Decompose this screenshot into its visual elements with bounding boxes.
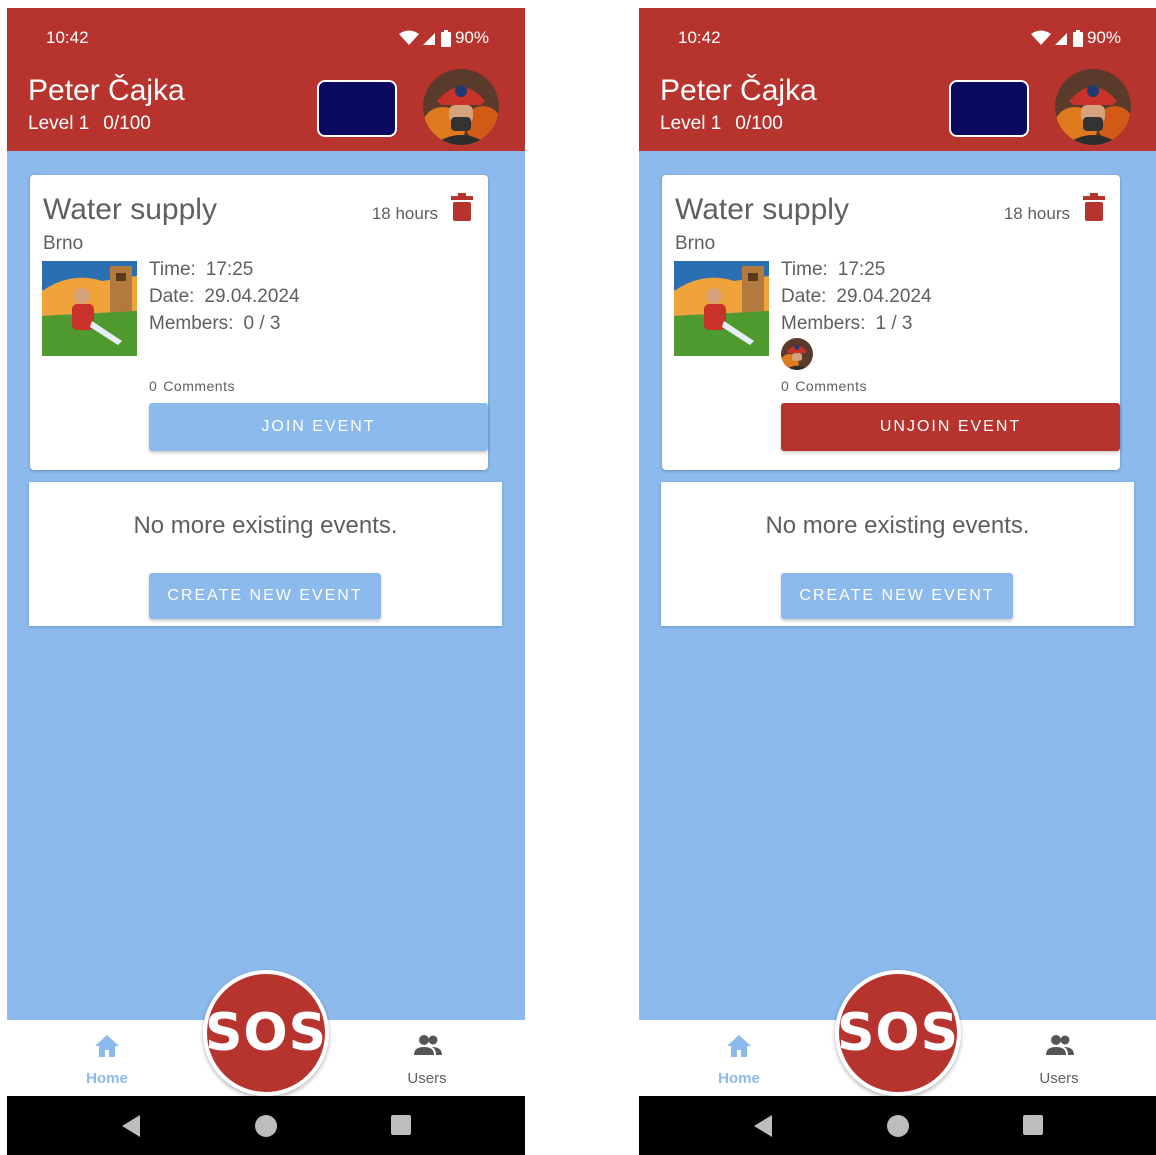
signal-icon [422, 33, 435, 45]
nav-home[interactable]: Home [47, 1020, 167, 1096]
event-title: Water supply [43, 193, 217, 226]
sos-button[interactable]: SOS [835, 970, 961, 1096]
status-time: 10:42 [46, 28, 89, 47]
status-icons: 90% [398, 28, 489, 48]
event-city: Brno [43, 233, 84, 254]
users-icon [414, 1035, 442, 1055]
system-navigation-bar [639, 1096, 1156, 1155]
event-city: Brno [675, 233, 716, 254]
event-date: Date: 29.04.2024 [149, 286, 300, 307]
status-icons: 90% [1030, 28, 1121, 48]
unjoin-event-button[interactable]: UNJOIN EVENT [781, 403, 1120, 451]
level-progress: 0/100 [103, 113, 151, 134]
sos-label: SOS [204, 1003, 328, 1063]
event-image [674, 261, 769, 356]
empty-events-card: No more existing events. CREATE NEW EVEN… [29, 482, 502, 626]
header-action-button[interactable] [317, 80, 397, 137]
event-title: Water supply [675, 193, 849, 226]
back-icon[interactable] [752, 1114, 774, 1138]
app-header: 10:42 90% Peter Čajka Level 1 0/100 [7, 8, 525, 151]
user-avatar[interactable] [1055, 69, 1131, 145]
event-time: Time: 17:25 [149, 259, 254, 280]
empty-events-card: No more existing events. CREATE NEW EVEN… [661, 482, 1134, 626]
event-card[interactable]: Water supply 18 hours Brno Time: 17:25 Da… [30, 175, 488, 470]
system-navigation-bar [7, 1096, 525, 1155]
nav-users[interactable]: Users [999, 1020, 1119, 1096]
nav-users-label: Users [1039, 1070, 1079, 1087]
user-name: Peter Čajka [660, 74, 817, 107]
nav-home-label: Home [718, 1070, 760, 1087]
trash-icon[interactable] [1083, 193, 1105, 221]
battery-icon [1072, 29, 1083, 47]
level-label: Level 1 [28, 113, 90, 134]
event-members: Members: 1 / 3 [781, 313, 913, 334]
battery-percent: 90% [1086, 28, 1121, 47]
event-image [42, 261, 137, 356]
event-time: Time: 17:25 [781, 259, 886, 280]
user-level: Level 1 0/100 [28, 113, 165, 135]
create-event-button[interactable]: CREATE NEW EVENT [149, 573, 381, 619]
home-icon [95, 1035, 119, 1057]
level-label: Level 1 [660, 113, 722, 134]
event-members: Members: 0 / 3 [149, 313, 281, 334]
create-event-button[interactable]: CREATE NEW EVENT [781, 573, 1013, 619]
back-icon[interactable] [120, 1114, 142, 1138]
battery-percent: 90% [454, 28, 489, 47]
recents-icon[interactable] [390, 1114, 412, 1136]
header-action-button[interactable] [949, 80, 1029, 137]
phone-screen-left: 10:42 90% Peter Čajka Level 1 0/100 Wate… [7, 8, 525, 1155]
phone-screen-right: 10:42 90% Peter Čajka Level 1 0/100 Wate… [639, 8, 1156, 1155]
nav-users[interactable]: Users [367, 1020, 487, 1096]
trash-icon[interactable] [451, 193, 473, 221]
nav-home[interactable]: Home [679, 1020, 799, 1096]
user-avatar[interactable] [423, 69, 499, 145]
home-circle-icon[interactable] [886, 1114, 910, 1138]
signal-icon [1054, 33, 1067, 45]
wifi-icon [1030, 30, 1051, 45]
nav-home-label: Home [86, 1070, 128, 1087]
no-more-events-text: No more existing events. [765, 512, 1030, 539]
event-card[interactable]: Water supply 18 hours Brno Time: 17:25 Da… [662, 175, 1120, 470]
sos-button[interactable]: SOS [203, 970, 329, 1096]
level-progress: 0/100 [735, 113, 783, 134]
join-event-button[interactable]: JOIN EVENT [149, 403, 488, 451]
status-time: 10:42 [678, 28, 721, 47]
battery-icon [440, 29, 451, 47]
sos-label: SOS [836, 1003, 960, 1063]
recents-icon[interactable] [1022, 1114, 1044, 1136]
users-icon [1046, 1035, 1074, 1055]
app-header: 10:42 90% Peter Čajka Level 1 0/100 [639, 8, 1156, 151]
event-age: 18 hours [371, 204, 438, 223]
event-age: 18 hours [1003, 204, 1070, 223]
home-circle-icon[interactable] [254, 1114, 278, 1138]
member-avatar[interactable] [781, 338, 813, 370]
no-more-events-text: No more existing events. [133, 512, 398, 539]
event-date: Date: 29.04.2024 [781, 286, 932, 307]
nav-users-label: Users [407, 1070, 447, 1087]
user-level: Level 1 0/100 [660, 113, 797, 135]
wifi-icon [398, 30, 419, 45]
comments-link[interactable]: 0 Comments [781, 378, 867, 394]
home-icon [727, 1035, 751, 1057]
comments-link[interactable]: 0 Comments [149, 378, 235, 394]
user-name: Peter Čajka [28, 74, 185, 107]
